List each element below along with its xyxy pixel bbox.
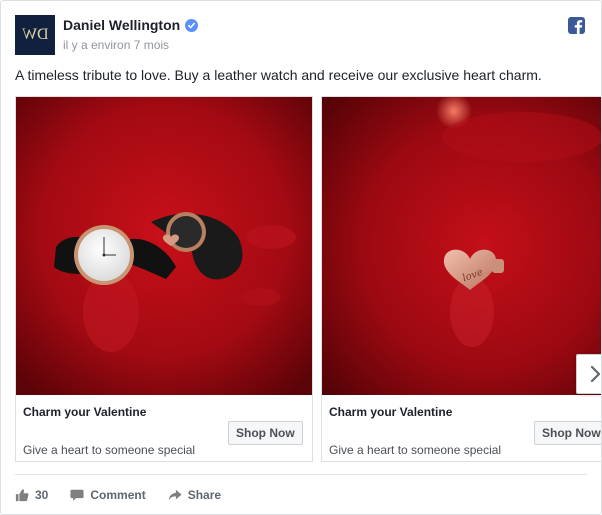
page-name[interactable]: Daniel Wellington [63,17,180,33]
share-button[interactable]: Share [168,488,221,502]
carousel-card[interactable]: Charm your Valentine Give a heart to som… [15,96,313,462]
page-name-row: Daniel Wellington [63,17,199,33]
share-label: Share [187,488,222,502]
verified-badge-icon [185,18,199,32]
comment-label: Comment [90,488,146,502]
facebook-icon [568,17,585,34]
card-image-watches[interactable] [16,97,312,395]
comment-icon [70,489,84,501]
post-timestamp[interactable]: il y a environ 7 mois [63,38,169,52]
post-header: DW Daniel Wellington il y a environ 7 mo… [15,15,587,57]
shop-now-button[interactable]: Shop Now [534,421,601,445]
card-description: Give a heart to someone special [23,443,196,457]
page-avatar[interactable]: DW [15,15,55,55]
actions-divider [15,474,587,475]
carousel: Charm your Valentine Give a heart to som… [15,96,601,462]
like-button[interactable]: 30 [15,488,48,502]
like-count: 30 [35,488,49,502]
comment-button[interactable]: Comment [70,488,146,502]
card-image-heart-charm[interactable]: love [322,97,601,395]
post-actions: 30 Comment Share [15,486,243,504]
post-text: A timeless tribute to love. Buy a leathe… [15,67,542,83]
chevron-right-icon [590,365,601,383]
card-title[interactable]: Charm your Valentine [23,405,146,419]
carousel-card[interactable]: love Charm your Valentine Give a heart t… [321,96,601,462]
share-icon [168,489,182,501]
carousel-next-button[interactable] [576,354,601,394]
thumbs-up-icon [15,489,29,502]
page-logo-text: DW [21,26,49,43]
card-description: Give a heart to someone special [329,443,502,457]
card-title[interactable]: Charm your Valentine [329,405,452,419]
shop-now-button[interactable]: Shop Now [228,421,303,445]
facebook-post: DW Daniel Wellington il y a environ 7 mo… [0,0,602,515]
